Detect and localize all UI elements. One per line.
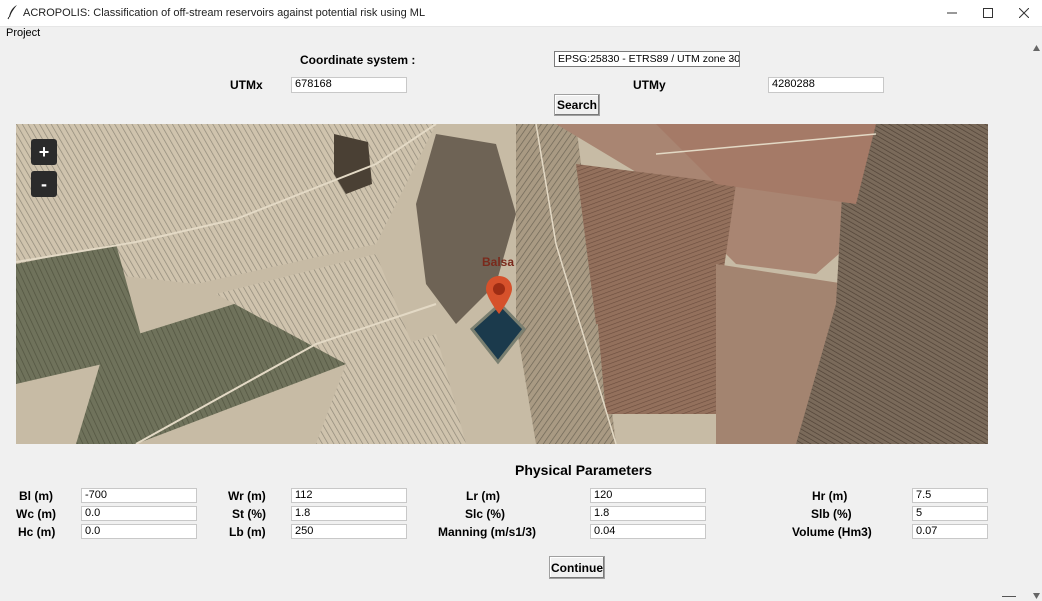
- zoom-out-button[interactable]: -: [31, 171, 57, 197]
- manning-label: Manning (m/s1/3): [438, 525, 537, 539]
- lr-input[interactable]: 120: [590, 488, 706, 503]
- hc-label: Hc (m): [18, 525, 56, 539]
- slc-input[interactable]: 1.8: [590, 506, 706, 521]
- lb-label: Lb (m): [229, 525, 266, 539]
- maximize-icon: [983, 8, 993, 18]
- chevron-down-icon: ⌵: [728, 54, 736, 64]
- wr-label: Wr (m): [228, 489, 266, 503]
- search-button[interactable]: Search: [554, 94, 600, 116]
- coordinate-system-label: Coordinate system :: [300, 53, 416, 67]
- bl-label: Bl (m): [19, 489, 53, 503]
- volume-label: Volume (Hm3): [792, 525, 872, 539]
- slb-input[interactable]: 5: [912, 506, 988, 521]
- continue-button[interactable]: Continue: [549, 556, 605, 579]
- slb-label: Slb (%): [811, 507, 852, 521]
- close-icon: [1019, 8, 1029, 18]
- st-label: St (%): [232, 507, 266, 521]
- horizontal-scroll-thumb[interactable]: [1002, 596, 1016, 597]
- utmy-input[interactable]: 4280288: [768, 77, 884, 93]
- scroll-down-icon[interactable]: [1033, 593, 1040, 599]
- scroll-up-icon[interactable]: [1033, 45, 1040, 51]
- vertical-scrollbar[interactable]: [1031, 43, 1042, 601]
- maximize-button[interactable]: [970, 0, 1006, 26]
- menu-project[interactable]: Project: [6, 27, 40, 39]
- close-button[interactable]: [1006, 0, 1042, 26]
- feather-icon: [7, 5, 17, 20]
- minimize-button[interactable]: [934, 0, 970, 26]
- hc-input[interactable]: 0.0: [81, 524, 197, 539]
- window-title: ACROPOLIS: Classification of off-stream …: [23, 7, 426, 19]
- wc-input[interactable]: 0.0: [81, 506, 197, 521]
- bl-input[interactable]: -700: [81, 488, 197, 503]
- wc-label: Wc (m): [16, 507, 56, 521]
- title-bar: ACROPOLIS: Classification of off-stream …: [0, 0, 1042, 27]
- marker-label: Balsa: [482, 255, 515, 269]
- lb-input[interactable]: 250: [291, 524, 407, 539]
- st-input[interactable]: 1.8: [291, 506, 407, 521]
- menu-bar: Project: [0, 27, 1042, 43]
- utmx-label: UTMx: [230, 78, 263, 92]
- physical-parameters-title: Physical Parameters: [515, 462, 652, 478]
- satellite-map[interactable]: + - Balsa: [16, 124, 988, 444]
- wr-input[interactable]: 112: [291, 488, 407, 503]
- minimize-icon: [947, 12, 957, 14]
- slc-label: Slc (%): [465, 507, 506, 521]
- lr-label: Lr (m): [466, 489, 500, 503]
- coordinate-system-value: EPSG:25830 - ETRS89 / UTM zone 30N: [558, 53, 740, 65]
- hr-input[interactable]: 7.5: [912, 488, 988, 503]
- manning-input[interactable]: 0.04: [590, 524, 706, 539]
- volume-input[interactable]: 0.07: [912, 524, 988, 539]
- utmx-input[interactable]: 678168: [291, 77, 407, 93]
- map-pin-icon[interactable]: [485, 275, 513, 315]
- utmy-label: UTMy: [633, 78, 666, 92]
- hr-label: Hr (m): [812, 489, 848, 503]
- coordinate-system-select[interactable]: EPSG:25830 - ETRS89 / UTM zone 30N ⌵: [554, 51, 740, 67]
- zoom-in-button[interactable]: +: [31, 139, 57, 165]
